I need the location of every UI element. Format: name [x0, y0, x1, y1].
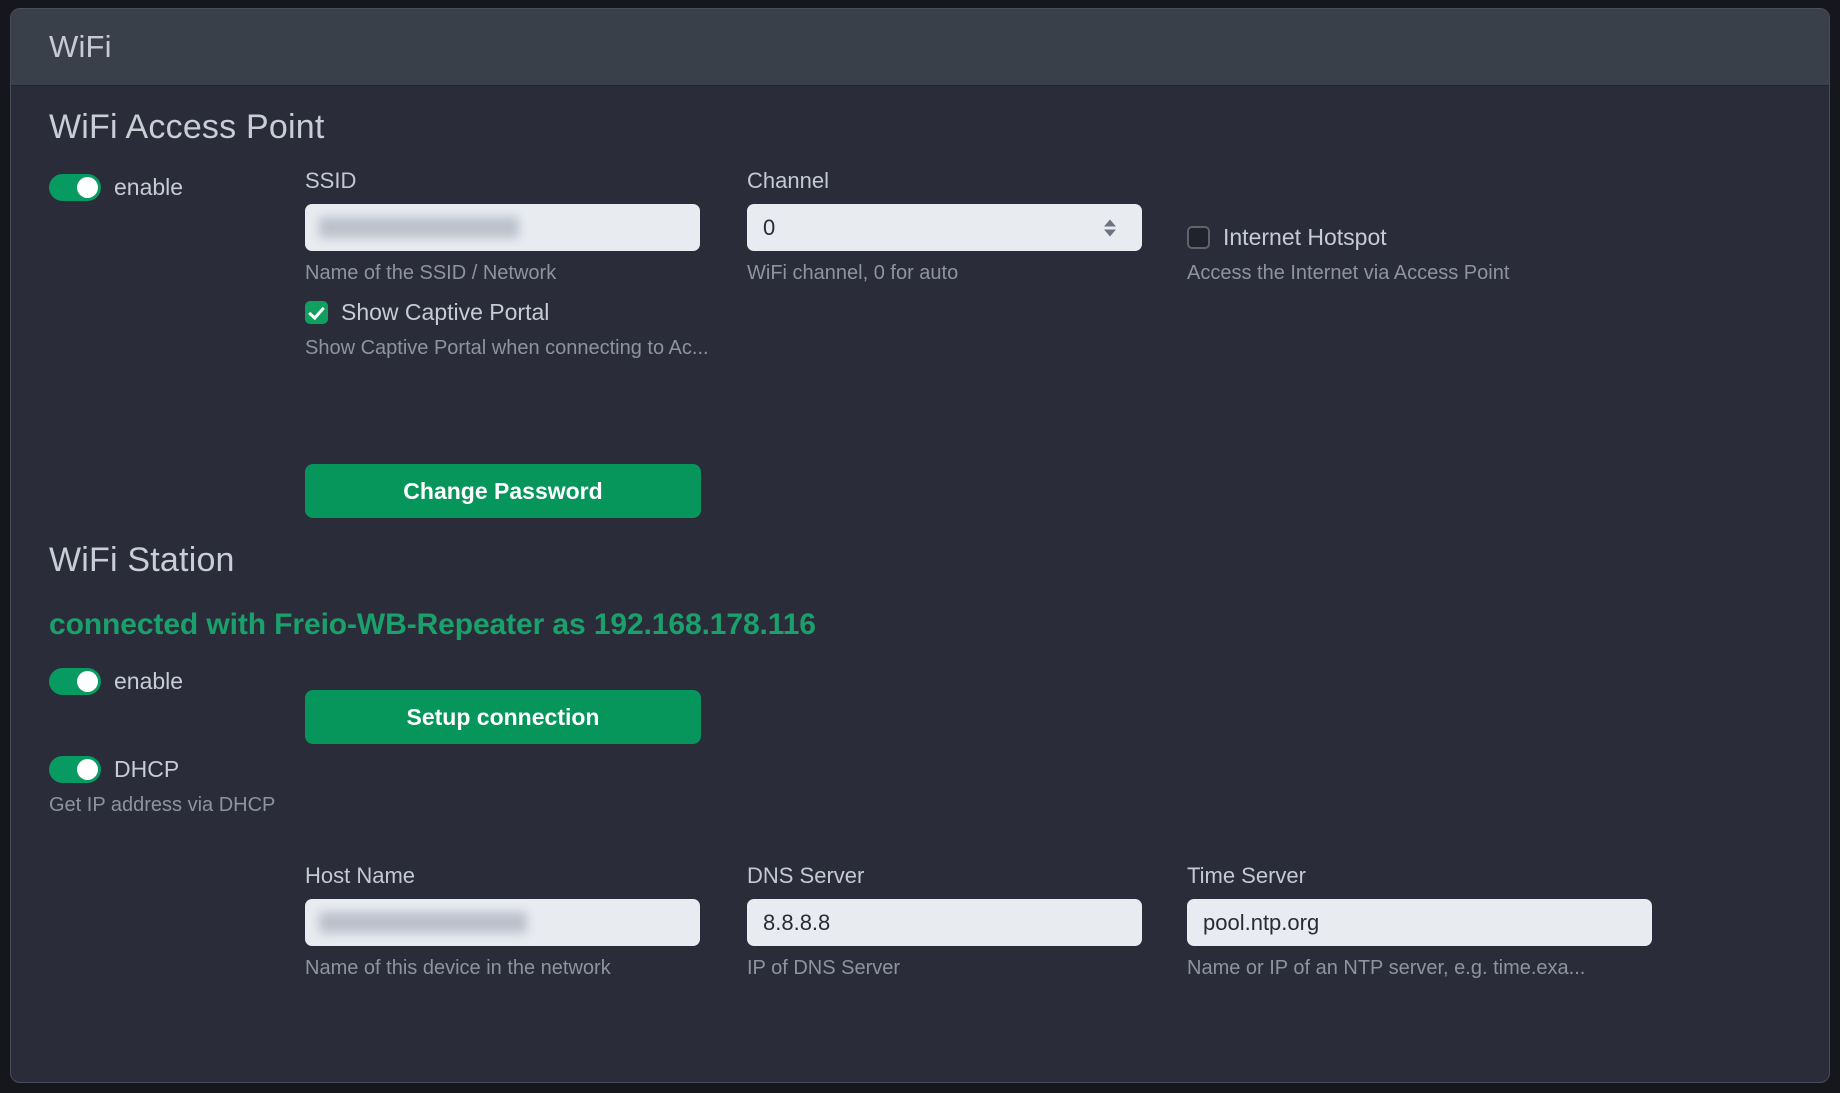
time-server-field-group: Time Server pool.ntp.org Name or IP of a… — [1187, 863, 1652, 980]
host-name-field-group: Host Name Name of this device in the net… — [305, 863, 700, 980]
access-point-enable-label: enable — [114, 174, 183, 201]
dhcp-help-text: Get IP address via DHCP — [49, 794, 349, 817]
setup-connection-button[interactable]: Setup connection — [305, 690, 701, 744]
captive-portal-group: Show Captive Portal Show Captive Portal … — [305, 299, 725, 360]
dhcp-label: DHCP — [114, 756, 179, 783]
toggle-switch-dhcp[interactable] — [49, 756, 101, 783]
internet-hotspot-help-text: Access the Internet via Access Point — [1187, 262, 1607, 285]
dns-server-input[interactable]: 8.8.8.8 — [747, 899, 1142, 946]
station-enable-label: enable — [114, 668, 183, 695]
settings-body: WiFi Access Point enable SSID Name of th… — [11, 86, 1829, 1082]
ssid-input[interactable] — [305, 204, 700, 251]
station-heading: WiFi Station — [49, 541, 235, 580]
chevron-down-icon[interactable] — [1104, 229, 1116, 236]
dhcp-group: DHCP Get IP address via DHCP — [49, 756, 349, 817]
change-password-button[interactable]: Change Password — [305, 464, 701, 518]
time-server-label: Time Server — [1187, 863, 1652, 889]
channel-input-wrapper: 0 — [747, 204, 1142, 251]
internet-hotspot-row[interactable]: Internet Hotspot — [1187, 224, 1607, 251]
channel-help-text: WiFi channel, 0 for auto — [747, 262, 1142, 285]
ssid-help-text: Name of the SSID / Network — [305, 262, 700, 285]
window-title: WiFi — [49, 29, 112, 65]
checkbox-internet-hotspot[interactable] — [1187, 226, 1210, 249]
checkbox-show-captive-portal[interactable] — [305, 301, 328, 324]
channel-stepper[interactable] — [1104, 219, 1116, 236]
wifi-settings-card: WiFi WiFi Access Point enable SSID Name … — [10, 8, 1830, 1083]
window-titlebar: WiFi — [11, 9, 1829, 86]
chevron-up-icon[interactable] — [1104, 219, 1116, 226]
internet-hotspot-group: Internet Hotspot Access the Internet via… — [1187, 224, 1607, 285]
app-root: WiFi WiFi Access Point enable SSID Name … — [0, 0, 1840, 1093]
toggle-switch-station-enable[interactable] — [49, 668, 101, 695]
internet-hotspot-label: Internet Hotspot — [1223, 224, 1387, 251]
toggle-knob-icon — [77, 671, 98, 692]
captive-portal-label: Show Captive Portal — [341, 299, 549, 326]
dhcp-toggle-row[interactable]: DHCP — [49, 756, 349, 783]
channel-input[interactable]: 0 — [747, 204, 1142, 251]
access-point-enable-toggle[interactable]: enable — [49, 174, 183, 201]
toggle-switch-ap-enable[interactable] — [49, 174, 101, 201]
ssid-redacted-value — [319, 217, 519, 238]
time-server-input[interactable]: pool.ntp.org — [1187, 899, 1652, 946]
ssid-field-group: SSID Name of the SSID / Network — [305, 168, 700, 285]
host-name-label: Host Name — [305, 863, 700, 889]
access-point-heading: WiFi Access Point — [49, 108, 324, 147]
host-name-help-text: Name of this device in the network — [305, 957, 700, 980]
station-connection-status: connected with Freio-WB-Repeater as 192.… — [49, 608, 816, 642]
dns-server-help-text: IP of DNS Server — [747, 957, 1142, 980]
time-server-help-text: Name or IP of an NTP server, e.g. time.e… — [1187, 957, 1652, 980]
channel-field-group: Channel 0 WiFi channel, 0 for auto — [747, 168, 1142, 285]
toggle-knob-icon — [77, 177, 98, 198]
dns-server-field-group: DNS Server 8.8.8.8 IP of DNS Server — [747, 863, 1142, 980]
toggle-knob-icon — [77, 759, 98, 780]
captive-portal-help-text: Show Captive Portal when connecting to A… — [305, 337, 725, 360]
channel-label: Channel — [747, 168, 1142, 194]
captive-portal-row[interactable]: Show Captive Portal — [305, 299, 725, 326]
station-enable-toggle[interactable]: enable — [49, 668, 183, 695]
host-name-input[interactable] — [305, 899, 700, 946]
ssid-label: SSID — [305, 168, 700, 194]
host-name-redacted-value — [319, 912, 527, 933]
dns-server-label: DNS Server — [747, 863, 1142, 889]
